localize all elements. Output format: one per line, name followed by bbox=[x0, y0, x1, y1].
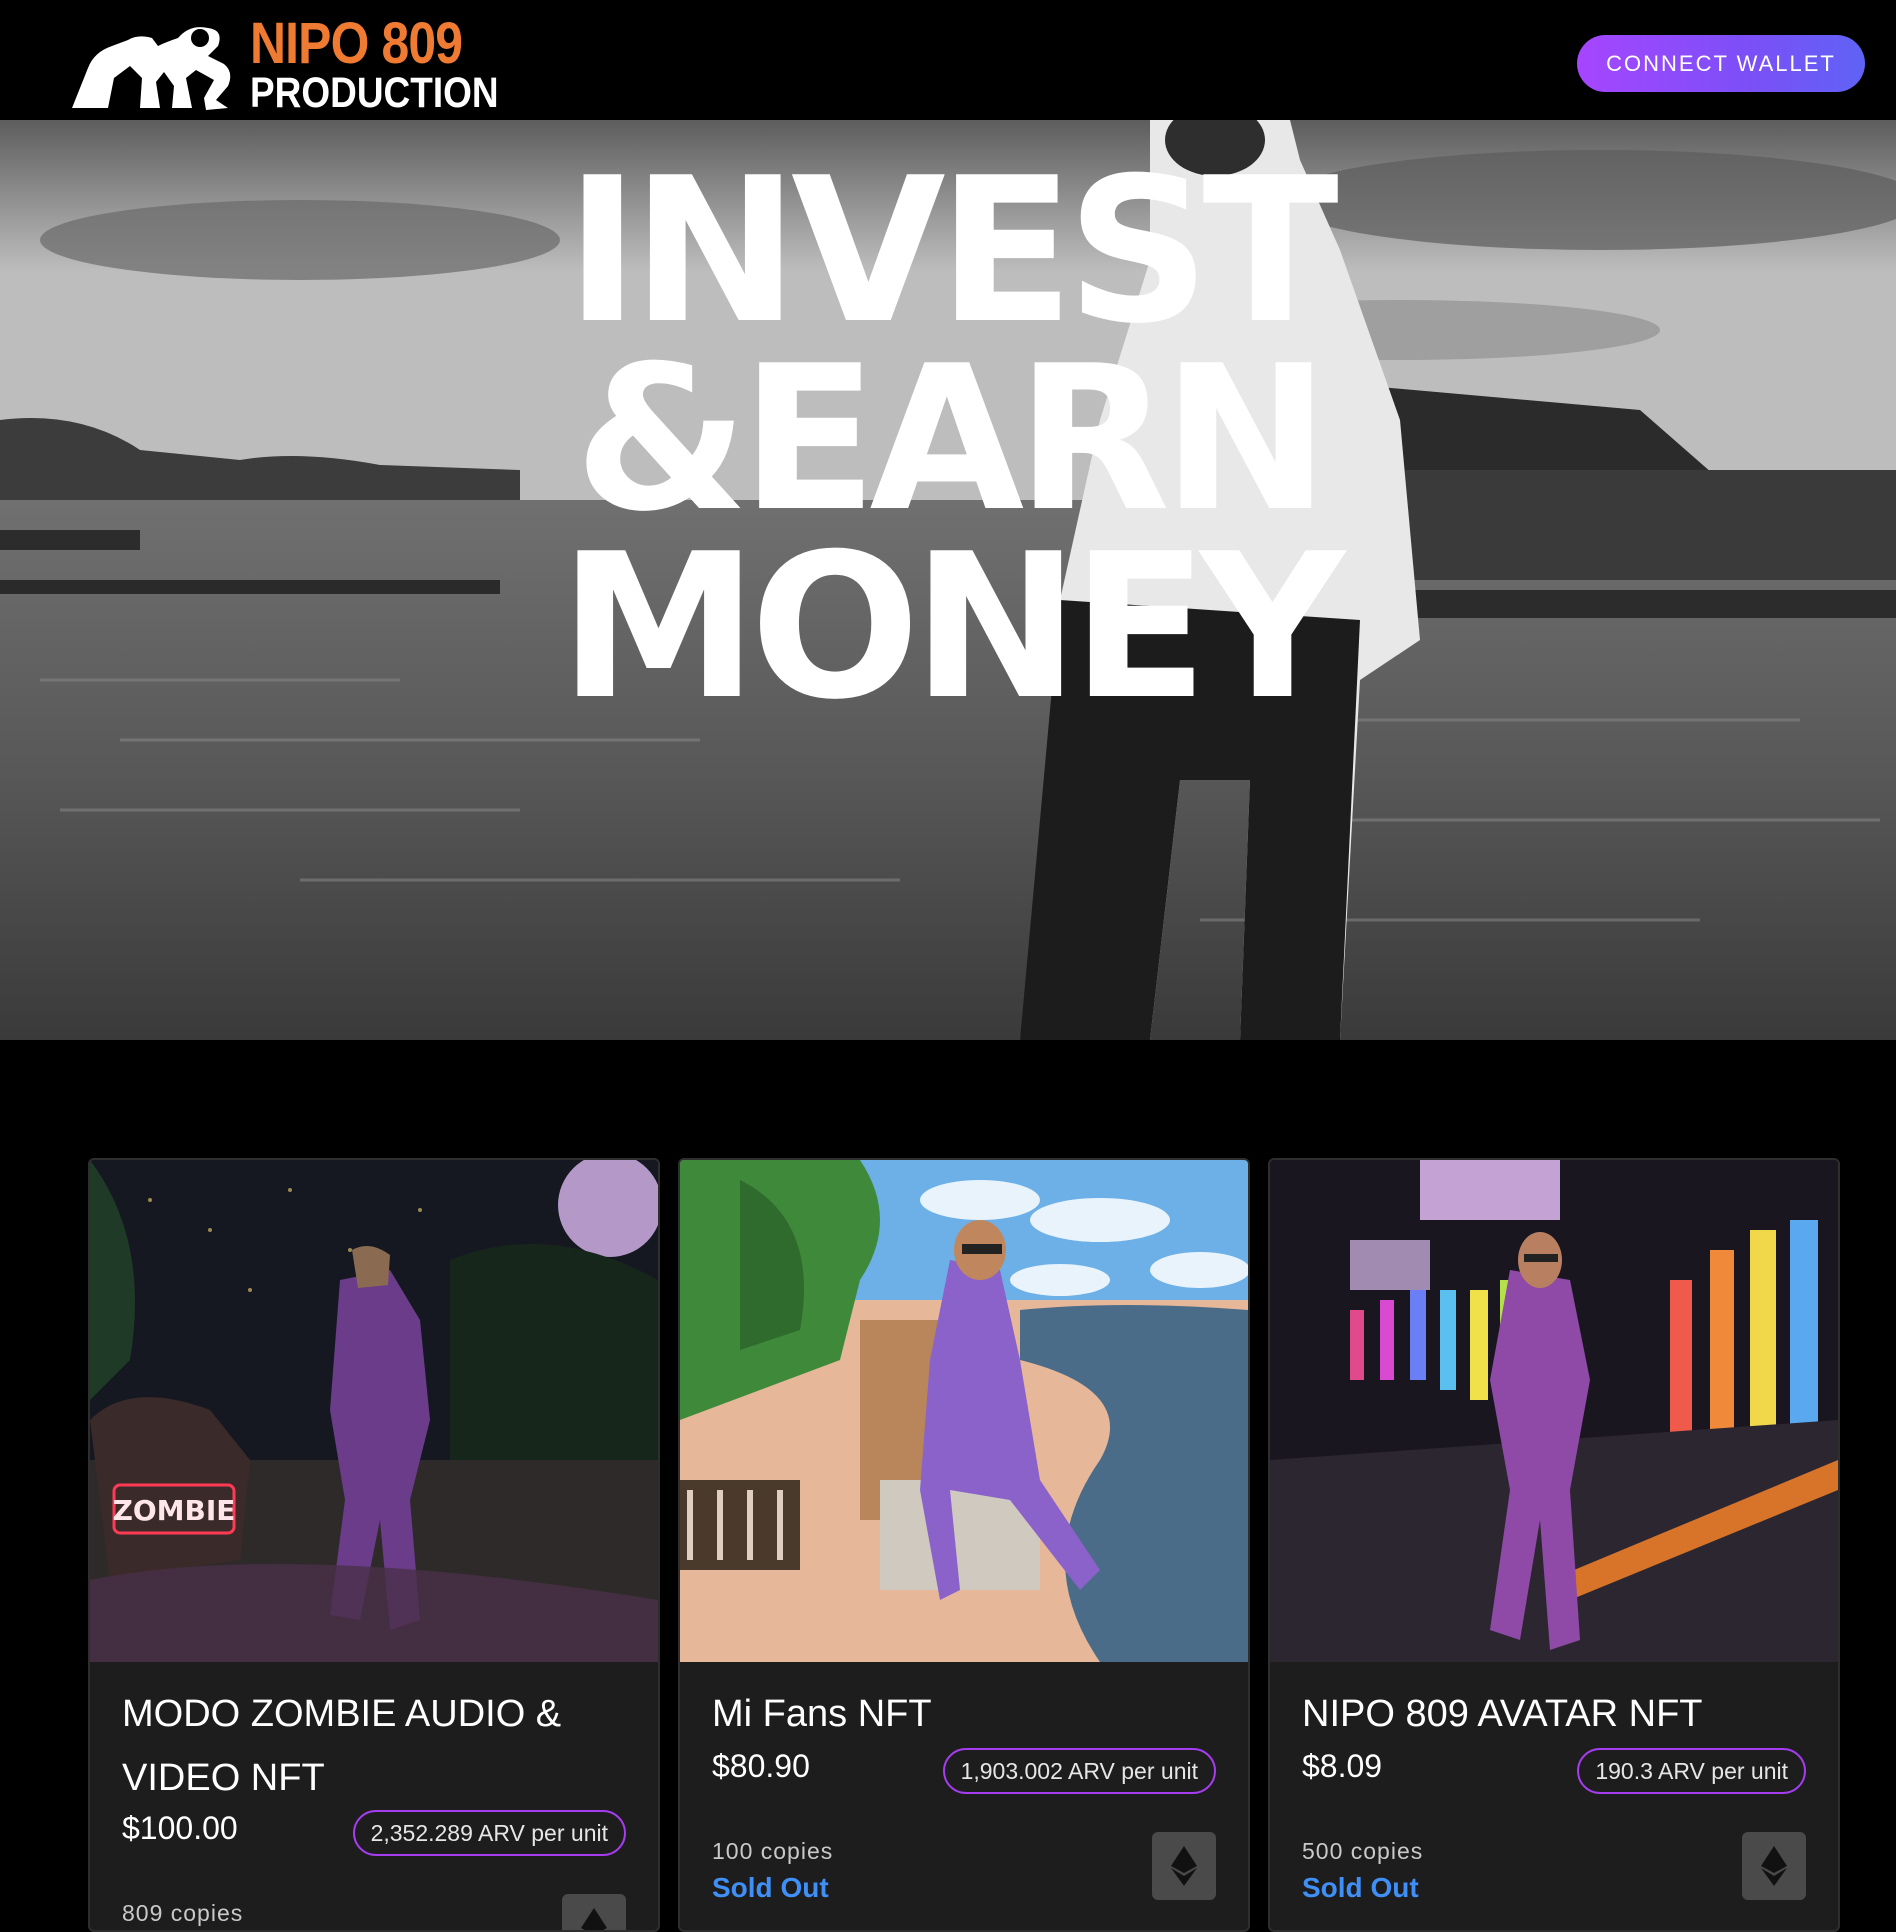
arv-per-unit-badge: 1,903.002 ARV per unit bbox=[942, 1748, 1216, 1794]
nft-title[interactable]: MODO ZOMBIE AUDIO & VIDEO NFT bbox=[122, 1682, 602, 1810]
arv-per-unit-badge: 190.3 ARV per unit bbox=[1577, 1748, 1806, 1794]
nft-title[interactable]: NIPO 809 AVATAR NFT bbox=[1302, 1682, 1782, 1746]
nft-image: ZOMBIE bbox=[90, 1160, 658, 1662]
brand-logo[interactable]: NIPO 809 PRODUCTION bbox=[68, 11, 499, 116]
hero-line-1: INVEST bbox=[565, 135, 1339, 368]
hero-line-2: &EARN bbox=[574, 323, 1329, 556]
ethereum-buy-button[interactable] bbox=[562, 1894, 626, 1930]
logo-mark-icon bbox=[72, 27, 231, 110]
connect-wallet-button[interactable]: CONNECT WALLET bbox=[1577, 35, 1865, 92]
logo-title: NIPO 809 bbox=[250, 11, 463, 76]
nft-image bbox=[1270, 1160, 1838, 1662]
nft-price: $100.00 bbox=[122, 1810, 238, 1846]
ethereum-buy-button[interactable] bbox=[1742, 1832, 1806, 1900]
nft-price: $80.90 bbox=[712, 1748, 810, 1784]
ethereum-icon bbox=[1761, 1846, 1787, 1886]
nft-card-grid: ZOMBIE MODO ZOMBIE AUDIO & VIDEO NFT $10… bbox=[88, 1158, 1842, 1932]
nft-card[interactable]: Mi Fans NFT $80.90 1,903.002 ARV per uni… bbox=[678, 1158, 1250, 1932]
arv-per-unit-badge: 2,352.289 ARV per unit bbox=[352, 1810, 626, 1856]
nft-image bbox=[680, 1160, 1248, 1662]
nft-copies: 500 copies bbox=[1302, 1838, 1424, 1864]
nft-price: $8.09 bbox=[1302, 1748, 1383, 1784]
ethereum-icon bbox=[1171, 1846, 1197, 1886]
ethereum-icon bbox=[581, 1908, 607, 1930]
hero-line-3: MONEY bbox=[559, 511, 1345, 744]
sold-out-status: Sold Out bbox=[1302, 1872, 1419, 1903]
nft-copies: 100 copies bbox=[712, 1838, 834, 1864]
sold-out-status: Sold Out bbox=[712, 1872, 829, 1903]
hero-headline: INVEST &EARN MONEY bbox=[0, 135, 1896, 744]
nft-card[interactable]: NIPO 809 AVATAR NFT $8.09 190.3 ARV per … bbox=[1268, 1158, 1840, 1932]
site-header: NIPO 809 PRODUCTION CONNECT WALLET bbox=[0, 0, 1896, 120]
nft-title[interactable]: Mi Fans NFT bbox=[712, 1682, 1192, 1746]
nft-card[interactable]: ZOMBIE MODO ZOMBIE AUDIO & VIDEO NFT $10… bbox=[88, 1158, 660, 1932]
zombie-sign: ZOMBIE bbox=[113, 1494, 236, 1527]
ethereum-buy-button[interactable] bbox=[1152, 1832, 1216, 1900]
hero-banner: INVEST &EARN MONEY bbox=[0, 120, 1896, 1040]
nft-copies: 809 copies bbox=[122, 1900, 244, 1926]
logo-subtitle: PRODUCTION bbox=[250, 69, 499, 117]
